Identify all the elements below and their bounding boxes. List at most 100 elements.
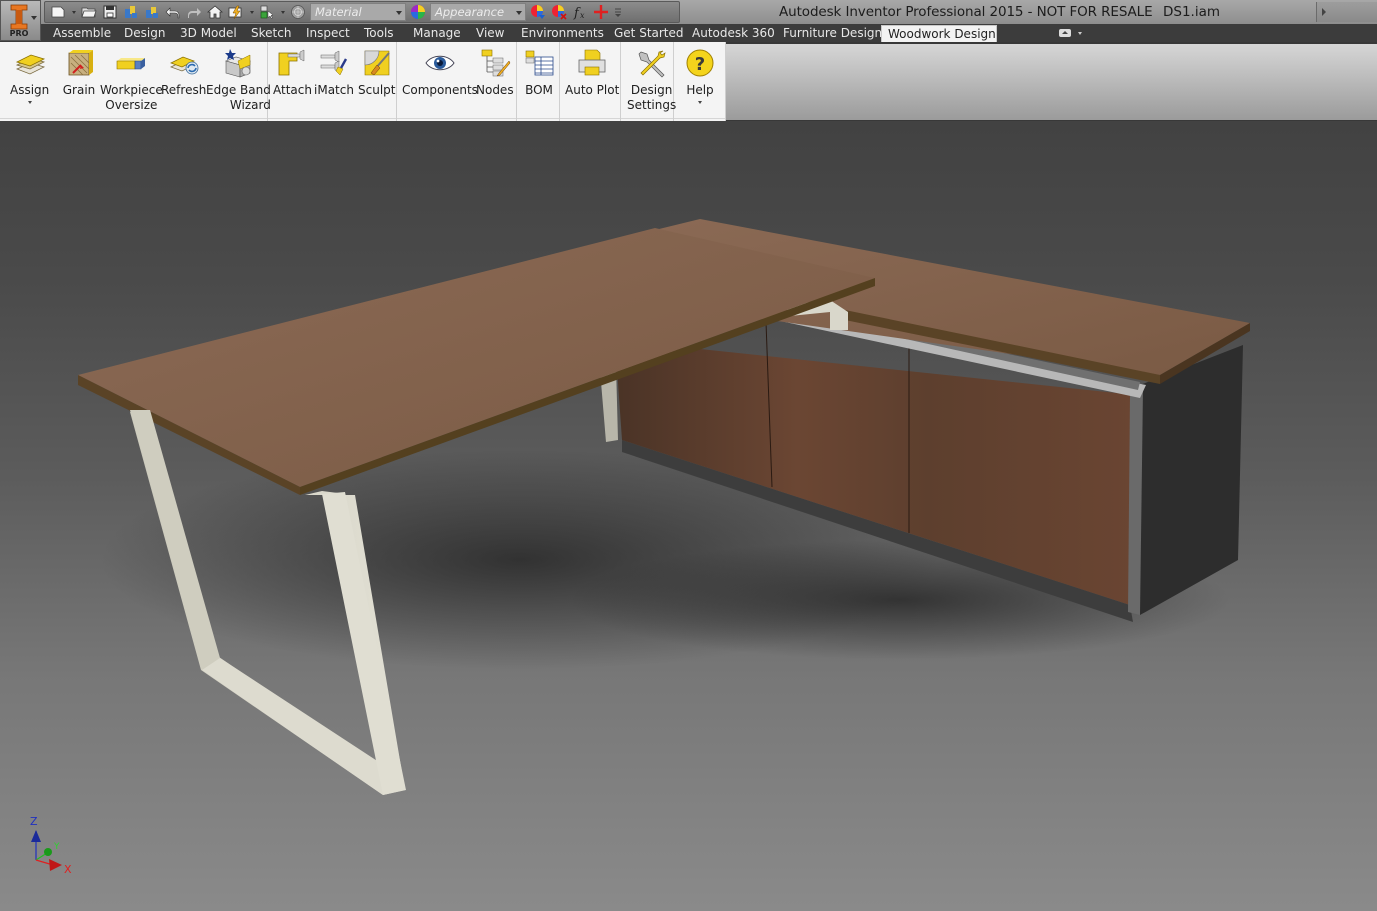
attach-label: Attach [273, 83, 312, 97]
eye-icon [423, 46, 457, 80]
assign-button[interactable]: Assign [10, 46, 49, 104]
tab-view[interactable]: View [470, 25, 510, 42]
quick-access-toolbar: Material Appearance fx [44, 1, 680, 23]
tab-design[interactable]: Design [118, 25, 171, 42]
material-dropdown[interactable]: Material [310, 3, 406, 21]
edge-band-wizard-icon [221, 46, 255, 80]
refresh-label: Refresh [161, 83, 207, 97]
panel-constraints: Attach iMatch Sculpt [268, 42, 397, 121]
sculpt-button[interactable]: Sculpt [358, 46, 395, 98]
app-badge: PRO [9, 29, 29, 38]
bom-icon [522, 46, 556, 80]
panel-browse: Components Nodes [397, 42, 517, 121]
tab-assemble[interactable]: Assemble [47, 25, 117, 42]
tab-get-started[interactable]: Get Started [608, 25, 690, 42]
tab-woodwork-design[interactable]: Woodwork Design [881, 25, 997, 42]
customize-icon[interactable] [613, 3, 623, 21]
help-button[interactable]: ? Help [683, 46, 717, 104]
update-dropdown[interactable] [248, 3, 255, 21]
chevron-right-icon [1322, 8, 1326, 16]
panel-bom: BOM [517, 42, 560, 121]
help-label: Help [686, 83, 714, 97]
tab-manage[interactable]: Manage [407, 25, 467, 42]
desk-model[interactable] [0, 121, 1377, 911]
redo-icon[interactable] [185, 3, 203, 21]
ribbon-tab-bar: Assemble Design 3D Model Sketch Inspect … [41, 24, 1377, 42]
clear-appearance-icon[interactable] [550, 3, 568, 21]
bom-button[interactable]: BOM [522, 46, 556, 98]
design-settings-button[interactable]: Design Settings [627, 46, 676, 113]
tab-environments[interactable]: Environments [515, 25, 610, 42]
components-button[interactable]: Components [402, 46, 478, 98]
window-title: Autodesk Inventor Professional 2015 - NO… [779, 4, 1153, 20]
auto-plot-label: Auto Plot [565, 83, 620, 97]
adaptive-icon[interactable] [122, 3, 140, 21]
nodes-icon [478, 46, 512, 80]
chevron-down-icon [27, 101, 32, 104]
select-icon[interactable] [258, 3, 276, 21]
imatch-label: iMatch [314, 83, 354, 97]
z-axis-label: Z [30, 815, 38, 828]
refresh-button[interactable]: Refresh [161, 46, 206, 98]
application-menu-button[interactable]: PRO [0, 0, 41, 41]
info-center-expand[interactable] [1316, 2, 1377, 22]
home-icon[interactable] [206, 3, 224, 21]
chevron-down-icon [698, 101, 702, 104]
grain-label: Grain [62, 83, 96, 97]
x-axis-label: X [64, 863, 72, 876]
workpiece-oversize-button[interactable]: Workpiece Oversize [100, 46, 163, 113]
document-name: DS1.iam [1163, 4, 1221, 20]
attach-icon [275, 46, 309, 80]
assign-icon [13, 46, 47, 80]
y-axis-label: Y [54, 842, 60, 852]
select-dropdown[interactable] [279, 3, 286, 21]
tab-tools[interactable]: Tools [358, 25, 400, 42]
open-icon[interactable] [80, 3, 98, 21]
graphics-viewport[interactable] [0, 121, 1377, 911]
nodes-label: Nodes [476, 83, 514, 97]
appearance-placeholder: Appearance [435, 5, 505, 19]
adjust-appearance-icon[interactable] [529, 3, 547, 21]
edge-band-wizard-label-2: Wizard [229, 98, 271, 112]
panel-settings: Design Settings [621, 42, 676, 121]
fx-parameters-icon[interactable]: fx [571, 3, 589, 21]
undo-icon[interactable] [164, 3, 182, 21]
ribbon-panels: Assign Grain Workpiece Oversize Refresh … [0, 42, 726, 121]
workpiece-oversize-icon [114, 46, 148, 80]
components-label: Components [402, 83, 478, 97]
appearance-color-icon [409, 3, 427, 21]
imatch-icon [317, 46, 351, 80]
wrench-icon [635, 46, 669, 80]
ribbon-minimize-icon[interactable] [1059, 29, 1071, 37]
sculpt-icon [360, 46, 394, 80]
chevron-down-icon [31, 16, 37, 20]
tab-sketch[interactable]: Sketch [245, 25, 297, 42]
auto-plot-button[interactable]: Auto Plot [565, 46, 619, 98]
title-bar: Material Appearance fx Autodesk Inventor… [0, 0, 1377, 24]
save-icon[interactable] [101, 3, 119, 21]
chevron-down-icon[interactable] [1078, 32, 1082, 35]
panel-material: Assign Grain Workpiece Oversize Refresh … [0, 42, 271, 121]
ucs-icon[interactable] [592, 3, 610, 21]
chevron-down-icon [396, 11, 402, 15]
tab-autodesk-360[interactable]: Autodesk 360 [686, 25, 781, 42]
tab-inspect[interactable]: Inspect [300, 25, 356, 42]
nodes-button[interactable]: Nodes [476, 46, 514, 98]
tab-furniture-design[interactable]: Furniture Design [777, 25, 888, 42]
grain-button[interactable]: Grain [62, 46, 96, 98]
chevron-down-icon [516, 11, 522, 15]
panel-auto-plot: Auto Plot [560, 42, 621, 121]
attach-button[interactable]: Attach [273, 46, 312, 98]
help-icon: ? [683, 46, 717, 80]
design-settings-label-1: Design [630, 83, 673, 97]
new-dropdown[interactable] [70, 3, 77, 21]
edge-band-wizard-label-1: Edge Band [206, 83, 271, 97]
imatch-button[interactable]: iMatch [314, 46, 354, 98]
appearance-dropdown[interactable]: Appearance [430, 3, 526, 21]
edge-band-wizard-button[interactable]: Edge Band Wizard [206, 46, 271, 113]
material-globe-icon [289, 3, 307, 21]
update-icon[interactable] [227, 3, 245, 21]
new-icon[interactable] [49, 3, 67, 21]
tab-3d-model[interactable]: 3D Model [174, 25, 243, 42]
adaptive-2-icon[interactable] [143, 3, 161, 21]
